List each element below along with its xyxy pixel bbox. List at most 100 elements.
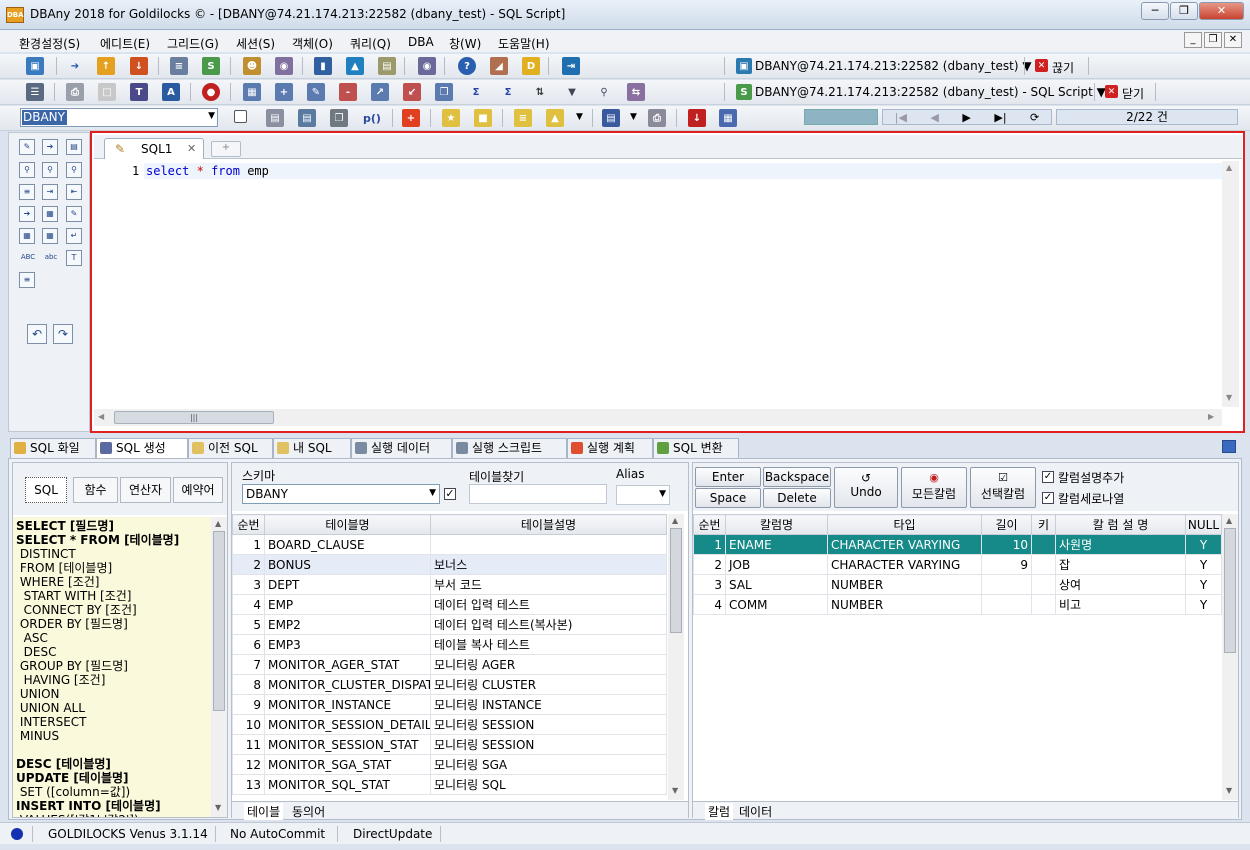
schema-checkbox[interactable]: ✓ [444, 488, 456, 500]
table-row[interactable]: 10 MONITOR_SESSION_DETAIL 모니터링 SESSION [232, 714, 667, 735]
highlight-icon[interactable]: ➔ [42, 139, 58, 155]
tab-sql-convert[interactable]: SQL 변환 [653, 438, 739, 458]
save-icon[interactable]: ▤ [298, 109, 316, 127]
scroll-down-icon[interactable]: ▼ [672, 786, 678, 795]
tab-my-sql[interactable]: 내 SQL [273, 438, 351, 458]
printer-icon[interactable]: ⎙ [648, 109, 666, 127]
close-script-button[interactable]: 닫기 [1122, 85, 1144, 102]
tab-sql1[interactable]: ✎ SQL1 ✕ [104, 138, 204, 159]
table-row[interactable]: 6 EMP3 테이블 복사 테스트 [232, 634, 667, 655]
column-row[interactable]: 1 ENAME CHARACTER VARYING 10 사원명 Y [693, 534, 1222, 555]
keyword-item[interactable]: START WITH [조건] [16, 589, 211, 603]
column-header-table-name[interactable]: 테이블명 [264, 514, 431, 535]
keyword-item[interactable]: FROM [테이블명] [16, 561, 211, 575]
new-icon[interactable] [234, 110, 247, 123]
tab-keyword-reserved[interactable]: 예약어 [173, 477, 223, 503]
tab-keyword-functions[interactable]: 함수 [73, 477, 118, 503]
compare-icon[interactable]: ⇆ [627, 83, 645, 101]
tab-keyword-sql[interactable]: SQL [25, 477, 67, 503]
next-record-icon[interactable]: ▶ [962, 111, 970, 124]
chevron-down-icon[interactable]: ▼ [576, 112, 583, 122]
sort-icon[interactable]: ⇅ [531, 83, 549, 101]
binoculars-icon[interactable]: ◉ [418, 57, 436, 75]
column-icon[interactable]: T [130, 83, 148, 101]
split-icon[interactable]: ▦ [42, 206, 58, 222]
scroll-left-icon[interactable]: ◀ [98, 412, 104, 421]
copy-icon[interactable]: ❐ [330, 109, 348, 127]
all-columns-button[interactable]: ◉ 모든칼럼 [901, 467, 967, 508]
document-icon[interactable]: ▤ [66, 139, 82, 155]
list-icon[interactable]: ≡ [170, 57, 188, 75]
scroll-up-icon[interactable]: ▲ [672, 516, 678, 525]
import-icon[interactable]: ↓ [688, 109, 706, 127]
keyword-item[interactable]: UNION [16, 687, 211, 701]
scroll-up-icon[interactable]: ▲ [1226, 516, 1232, 525]
editor-vertical-scrollbar[interactable]: ▲ ▼ [1222, 161, 1239, 407]
table-add-icon[interactable]: + [275, 83, 293, 101]
scroll-down-icon[interactable]: ▼ [1226, 786, 1232, 795]
backspace-button[interactable]: Backspace [763, 467, 831, 487]
column-header-key[interactable]: 키 [1031, 514, 1056, 535]
code-line-1[interactable]: select * from emp [146, 164, 269, 178]
menu-help[interactable]: 도움말(H) [498, 35, 550, 52]
refresh-icon[interactable]: ⟳ [1030, 111, 1039, 124]
vertical-list-checkbox[interactable]: ✓ [1042, 492, 1054, 504]
grid-icon[interactable]: ▦ [243, 83, 261, 101]
previous-record-icon[interactable]: ◀ [930, 111, 938, 124]
help-icon[interactable]: ? [458, 57, 476, 75]
subtab-tables[interactable]: 테이블 [244, 803, 284, 820]
column-header-seq[interactable]: 순번 [232, 514, 265, 535]
scroll-down-icon[interactable]: ▼ [1226, 393, 1232, 402]
menu-window[interactable]: 창(W) [449, 35, 481, 52]
tab-previous-sql[interactable]: 이전 SQL [188, 438, 273, 458]
text-a-icon[interactable]: A [162, 83, 180, 101]
delete-button[interactable]: Delete [763, 488, 831, 508]
connect-icon[interactable]: ▣ [26, 57, 44, 75]
close-icon[interactable]: ✕ [187, 142, 196, 155]
sum-all-icon[interactable]: Σ [499, 83, 517, 101]
database-select[interactable]: DBANY ▼ [20, 108, 218, 127]
script-window-selector[interactable]: DBANY@74.21.174.213:22582 (dbany_test) -… [755, 85, 1106, 99]
table-grid-scrollbar[interactable]: ▲ ▼ [668, 514, 684, 800]
tab-execution-data[interactable]: 실행 데이터 [351, 438, 452, 458]
scroll-thumb[interactable] [1224, 528, 1236, 653]
keyword-item[interactable]: WHERE [조건] [16, 575, 211, 589]
keyword-item[interactable]: DISTINCT [16, 547, 211, 561]
selected-columns-button[interactable]: ☑ 선택칼럼 [970, 467, 1036, 508]
menu-session[interactable]: 세션(S) [236, 35, 275, 52]
table-import-icon[interactable]: ↙ [403, 83, 421, 101]
keyword-item[interactable]: INSERT INTO [테이블명] [16, 799, 211, 813]
subtab-data[interactable]: 데이터 [739, 803, 772, 820]
scroll-up-icon[interactable]: ▲ [1226, 163, 1232, 172]
table-row[interactable]: 1 BOARD_CLAUSE [232, 534, 667, 555]
format-sql-icon[interactable]: ✎ [19, 139, 35, 155]
column-grid-scrollbar[interactable]: ▲ ▼ [1222, 514, 1238, 800]
menu-edit[interactable]: 에디트(E) [100, 35, 150, 52]
sum-icon[interactable]: Σ [467, 83, 485, 101]
keyword-item[interactable]: VALUES(['값1','값2']) [16, 813, 211, 817]
table-row[interactable]: 12 MONITOR_SGA_STAT 모니터링 SGA [232, 754, 667, 775]
keyword-item[interactable]: SET ([column=값]) [16, 785, 211, 799]
table-row[interactable]: 13 MONITOR_SQL_STAT 모니터링 SQL [232, 774, 667, 795]
uppercase-icon[interactable]: ABC [19, 250, 37, 266]
editor-horizontal-scrollbar[interactable]: ◀ ||| ▶ [94, 409, 1222, 426]
add-tab-button[interactable]: + [211, 141, 241, 157]
add-icon[interactable]: + [402, 109, 420, 127]
column-row[interactable]: 2 JOB CHARACTER VARYING 9 잡 Y [693, 554, 1222, 575]
comment-icon[interactable]: ▦ [19, 228, 35, 244]
schema-select[interactable]: DBANY ▼ [242, 484, 440, 504]
maximize-button[interactable]: ❐ [1170, 2, 1198, 20]
close-window-button[interactable]: ✕ [1199, 2, 1244, 20]
search-icon[interactable]: ⚲ [595, 83, 613, 101]
download-icon[interactable]: ↓ [130, 57, 148, 75]
edit-icon[interactable]: ✎ [66, 206, 82, 222]
add-desc-checkbox[interactable]: ✓ [1042, 471, 1054, 483]
column-header-null[interactable]: NULL [1185, 514, 1222, 535]
first-record-icon[interactable]: |◀ [895, 111, 907, 124]
keyword-scrollbar[interactable]: ▲ ▼ [211, 517, 227, 817]
layout-icon[interactable]: ▦ [719, 109, 737, 127]
new-folder-icon[interactable]: ★ [442, 109, 460, 127]
table-export-icon[interactable]: ↗ [371, 83, 389, 101]
keyword-item[interactable]: MINUS [16, 729, 211, 743]
capitalize-icon[interactable]: T [66, 250, 82, 266]
